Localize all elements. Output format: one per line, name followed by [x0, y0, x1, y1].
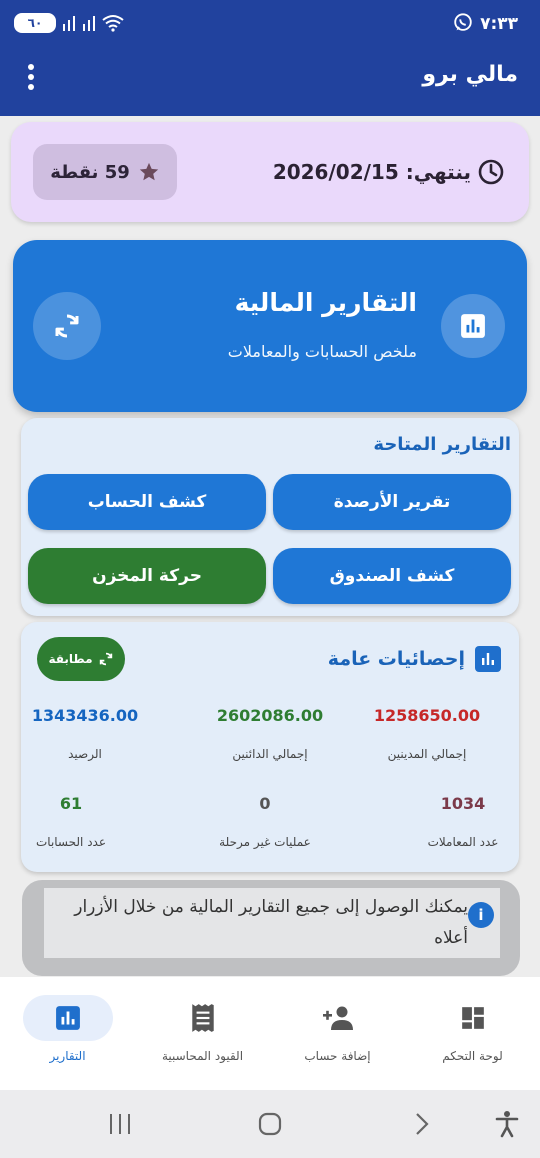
- stat-label: عمليات غير مرحلة: [219, 835, 311, 849]
- info-inner: i يمكنك الوصول إلى جميع التقارير المالية…: [44, 888, 500, 958]
- nav-icon-wrap: [158, 995, 248, 1041]
- nav-item-add-account[interactable]: إضافة حساب: [270, 977, 405, 1090]
- inventory-movement-button[interactable]: حركة المخزن: [28, 548, 266, 604]
- stat-label: عدد الحسابات: [35, 835, 106, 849]
- bar-chart-icon: [475, 646, 501, 672]
- status-time: ٧:٣٣: [480, 14, 518, 34]
- battery-indicator: ٦٠: [14, 13, 56, 33]
- info-text: يمكنك الوصول إلى جميع التقارير المالية م…: [74, 897, 468, 948]
- nav-icon-wrap: [22, 995, 113, 1041]
- match-button-label: مطابقة: [48, 652, 93, 666]
- stat-label: الرصيد: [68, 747, 102, 761]
- general-stats-card: إحصائيات عامة مطابقة 1258650.00 إجمالي ا…: [21, 622, 519, 872]
- cash-statement-button[interactable]: كشف الصندوق: [273, 548, 511, 604]
- hero-banner: التقارير المالية ملخص الحسابات والمعاملا…: [13, 240, 527, 412]
- refresh-button[interactable]: [33, 292, 101, 360]
- nav-label: القيود المحاسبية: [161, 1049, 244, 1063]
- star-icon: [139, 162, 158, 181]
- whatsapp-icon: [454, 13, 472, 31]
- subscription-card: ينتهي: 2026/02/15 59 نقطة: [11, 122, 529, 222]
- signal-icon: [83, 16, 95, 31]
- stat-value: 2602086.00: [216, 706, 324, 725]
- available-reports-card: التقارير المتاحة تقرير الأرصدة كشف الحسا…: [21, 418, 519, 616]
- stat-value: 1343436.00: [31, 706, 139, 725]
- nav-icon-wrap: [428, 995, 518, 1041]
- stat-value: 1258650.00: [373, 706, 481, 725]
- stat-value: 61: [59, 794, 83, 813]
- signal-icon: [63, 16, 75, 31]
- bottom-navigation: لوحة التحكم إضافة حساب القيود المحاسبية: [0, 977, 540, 1090]
- nav-item-reports[interactable]: التقارير: [0, 977, 135, 1090]
- stats-title: إحصائيات عامة: [327, 648, 465, 670]
- system-navigation-bar: [0, 1090, 540, 1158]
- dashboard-icon: [461, 1007, 484, 1029]
- bar-chart-icon: [461, 314, 485, 338]
- bar-chart-icon: [55, 1006, 80, 1030]
- points-chip[interactable]: 59 نقطة: [33, 144, 177, 200]
- stat-value: 1034: [440, 794, 486, 813]
- stat-total-creditors: 2602086.00 إجمالي الدائنين: [190, 706, 350, 761]
- stat-label: إجمالي الدائنين: [232, 747, 308, 761]
- more-vert-icon[interactable]: [18, 62, 44, 92]
- stat-transactions-count: 1034 عدد المعاملات: [383, 794, 540, 849]
- accessibility-icon[interactable]: [494, 1110, 520, 1138]
- reports-title: التقارير المتاحة: [373, 434, 511, 455]
- clock-icon: [478, 159, 504, 185]
- stat-value: 0: [259, 794, 271, 813]
- app-bar: مالي برو: [0, 48, 540, 116]
- expiry-text: ينتهي: 2026/02/15: [272, 160, 471, 184]
- stat-balance: 1343436.00 الرصيد: [5, 706, 165, 761]
- info-icon: i: [468, 902, 494, 928]
- hero-title: التقارير المالية: [234, 288, 417, 317]
- match-button[interactable]: مطابقة: [37, 637, 125, 681]
- subscription-expiry: ينتهي: 2026/02/15: [273, 158, 505, 186]
- back-icon[interactable]: [412, 1112, 432, 1136]
- nav-icon-wrap: [293, 995, 383, 1041]
- refresh-icon: [55, 314, 79, 338]
- status-bar: ٦٠ ٧:٣٣: [0, 0, 540, 48]
- info-box: i يمكنك الوصول إلى جميع التقارير المالية…: [22, 880, 520, 976]
- stat-label: عدد المعاملات: [427, 835, 499, 849]
- nav-label: لوحة التحكم: [442, 1049, 503, 1063]
- wifi-icon: [102, 15, 124, 32]
- hero-subtitle: ملخص الحسابات والمعاملات: [227, 342, 417, 361]
- balances-report-button[interactable]: تقرير الأرصدة: [273, 474, 511, 530]
- home-icon[interactable]: [258, 1112, 282, 1136]
- person-add-icon: [322, 1006, 353, 1030]
- recent-apps-icon[interactable]: [108, 1112, 132, 1136]
- app-title: مالي برو: [422, 62, 518, 87]
- nav-label: إضافة حساب: [304, 1049, 371, 1063]
- sync-icon: [99, 652, 112, 666]
- stat-total-debtors: 1258650.00 إجمالي المدينين: [347, 706, 507, 761]
- receipt-icon: [191, 1004, 214, 1032]
- stat-label: إجمالي المدينين: [387, 747, 467, 761]
- stat-unposted-operations: 0 عمليات غير مرحلة: [185, 794, 345, 849]
- nav-item-journal-entries[interactable]: القيود المحاسبية: [135, 977, 270, 1090]
- stat-accounts-count: 61 عدد الحسابات: [0, 794, 151, 849]
- nav-item-dashboard[interactable]: لوحة التحكم: [405, 977, 540, 1090]
- nav-label: التقارير: [49, 1049, 86, 1063]
- hero-icon-badge: [441, 294, 505, 358]
- account-statement-button[interactable]: كشف الحساب: [28, 474, 266, 530]
- stats-header: إحصائيات عامة: [328, 646, 501, 672]
- points-text: 59 نقطة: [50, 161, 130, 183]
